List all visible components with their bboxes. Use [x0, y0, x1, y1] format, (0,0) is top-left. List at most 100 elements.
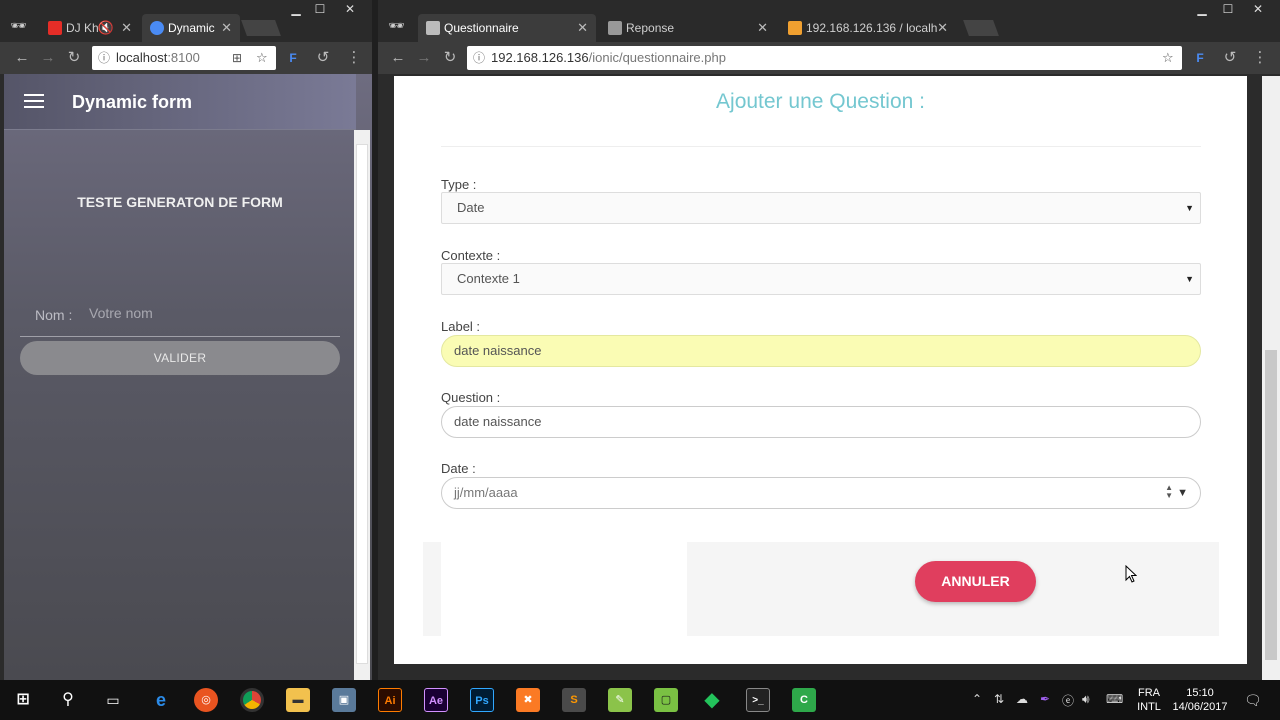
- back-icon[interactable]: ←: [388, 48, 408, 68]
- clock[interactable]: 15:10 14/06/2017: [1170, 686, 1230, 714]
- history-icon[interactable]: ↺: [1220, 48, 1240, 68]
- chrome-tab-icon: [150, 21, 164, 35]
- type-select[interactable]: Date ▼: [441, 192, 1201, 224]
- app-title: Dynamic form: [72, 92, 193, 112]
- date-dropdown-icon[interactable]: ▼: [1177, 478, 1188, 508]
- network-icon[interactable]: ⇅: [994, 692, 1004, 706]
- edge-icon[interactable]: e: [149, 688, 173, 712]
- clock-time: 15:10: [1186, 687, 1214, 699]
- photoshop-icon[interactable]: Ps: [470, 688, 494, 712]
- sublime-icon[interactable]: S: [562, 688, 586, 712]
- file-explorer-icon[interactable]: ▬: [286, 688, 310, 712]
- question-input[interactable]: date naissance: [441, 406, 1201, 438]
- task-view-icon[interactable]: ▭: [101, 688, 125, 712]
- contexte-select[interactable]: Contexte 1 ▼: [441, 263, 1201, 295]
- xampp-icon[interactable]: ✖: [516, 688, 540, 712]
- language-code: FRA: [1138, 687, 1160, 699]
- star-icon[interactable]: ☆: [256, 46, 268, 70]
- translate-icon[interactable]: ⊞: [232, 46, 242, 70]
- nom-label: Nom :: [35, 307, 73, 323]
- mute-icon[interactable]: 🔇: [98, 14, 114, 42]
- tab-dj[interactable]: DJ Kh 🔇 ✕: [40, 14, 140, 42]
- tab-label: DJ Kh: [66, 21, 99, 35]
- tab-questionnaire[interactable]: Questionnaire ✕: [418, 14, 596, 42]
- date-label: Date :: [441, 461, 476, 476]
- nom-input[interactable]: [89, 305, 329, 321]
- codeigniter-icon[interactable]: C: [792, 688, 816, 712]
- caret-down-icon: ▼: [1185, 274, 1194, 284]
- cloud-icon[interactable]: ☁: [1016, 692, 1028, 706]
- label-input[interactable]: date naissance: [441, 335, 1201, 367]
- url-host: 192.168.126.136: [491, 50, 589, 65]
- type-select-value: Date: [457, 200, 485, 215]
- input-language[interactable]: FRA INTL: [1132, 686, 1166, 714]
- terminal-icon[interactable]: >_: [746, 688, 770, 712]
- installer-icon[interactable]: ▣: [332, 688, 356, 712]
- spinner-icon[interactable]: ▲ ▼: [1165, 484, 1173, 500]
- close-icon[interactable]: ✕: [937, 14, 948, 42]
- maximize-icon[interactable]: ☐: [306, 0, 334, 18]
- notifications-icon[interactable]: 🗨: [1244, 692, 1262, 709]
- forward-icon[interactable]: →: [414, 48, 434, 68]
- minimize-icon[interactable]: ▁: [1188, 0, 1216, 18]
- git-icon[interactable]: ◆: [700, 688, 724, 712]
- url-host: localhost: [116, 50, 168, 65]
- extension-icon[interactable]: F: [1190, 48, 1210, 68]
- forward-icon[interactable]: →: [38, 48, 58, 68]
- right-scrollbar[interactable]: [1262, 76, 1280, 680]
- close-icon[interactable]: ✕: [757, 14, 768, 42]
- e-icon[interactable]: ⓔ: [1062, 692, 1074, 709]
- pen-icon[interactable]: ✒: [1040, 692, 1050, 706]
- incognito-icon: 🕶: [388, 18, 405, 33]
- contexte-select-value: Contexte 1: [457, 271, 520, 286]
- chrome-icon[interactable]: [240, 688, 264, 712]
- keyboard-icon[interactable]: ⌨: [1106, 692, 1123, 706]
- annuler-button[interactable]: ANNULER: [915, 561, 1036, 602]
- camtasia-icon[interactable]: ▢: [654, 688, 678, 712]
- scroll-thumb[interactable]: [356, 144, 368, 664]
- close-window-icon[interactable]: ✕: [336, 0, 364, 18]
- page-title: Ajouter une Question :: [716, 90, 925, 113]
- new-tab-button[interactable]: [963, 20, 999, 36]
- incognito-icon: 🕶: [10, 18, 27, 33]
- left-scrollbar[interactable]: [354, 130, 370, 680]
- close-icon[interactable]: ✕: [221, 14, 232, 42]
- star-icon[interactable]: ☆: [1162, 46, 1174, 70]
- ionic-app: Dynamic form TESTE GENERATON DE FORM Nom…: [4, 74, 372, 680]
- date-input[interactable]: jj/mm/aaaa ▲ ▼ ▼: [441, 477, 1201, 509]
- reload-icon[interactable]: ↻: [64, 48, 84, 68]
- tab-dynamic[interactable]: Dynamic ✕: [142, 14, 240, 42]
- info-icon: ⓘ: [98, 51, 111, 65]
- after-effects-icon[interactable]: Ae: [424, 688, 448, 712]
- close-window-icon[interactable]: ✕: [1244, 0, 1272, 18]
- app-header: Dynamic form: [4, 74, 356, 130]
- info-icon: ⓘ: [473, 51, 486, 65]
- reload-icon[interactable]: ↻: [440, 48, 460, 68]
- menu-dots-icon[interactable]: ⋮: [344, 48, 364, 68]
- tab-phpmyadmin[interactable]: 192.168.126.136 / localh ✕: [780, 14, 956, 42]
- history-icon[interactable]: ↺: [313, 48, 333, 68]
- close-icon[interactable]: ✕: [577, 14, 588, 42]
- menu-dots-icon[interactable]: ⋮: [1250, 48, 1270, 68]
- tab-reponse[interactable]: Reponse ✕: [600, 14, 776, 42]
- volume-icon[interactable]: 🔊︎: [1082, 692, 1090, 707]
- address-bar[interactable]: ⓘ localhost:8100 ⊞ ☆: [92, 46, 276, 70]
- search-icon[interactable]: ⚲: [56, 688, 80, 712]
- extension-icon[interactable]: F: [283, 48, 303, 68]
- ubuntu-icon[interactable]: ◎: [194, 688, 218, 712]
- back-icon[interactable]: ←: [12, 48, 32, 68]
- new-tab-button[interactable]: [241, 20, 281, 36]
- valider-button[interactable]: VALIDER: [20, 341, 340, 375]
- menu-icon[interactable]: [24, 94, 44, 110]
- scroll-thumb[interactable]: [1265, 350, 1277, 660]
- date-input-value: jj/mm/aaaa: [454, 485, 518, 500]
- youtube-icon: [48, 21, 62, 35]
- type-label: Type :: [441, 177, 477, 192]
- chevron-up-icon[interactable]: ⌃: [972, 692, 982, 706]
- close-icon[interactable]: ✕: [121, 14, 132, 42]
- windows-start-icon[interactable]: ⊞: [11, 688, 35, 712]
- notepad-icon[interactable]: ✎: [608, 688, 632, 712]
- address-bar[interactable]: ⓘ 192.168.126.136/ionic/questionnaire.ph…: [467, 46, 1182, 70]
- maximize-icon[interactable]: ☐: [1214, 0, 1242, 18]
- illustrator-icon[interactable]: Ai: [378, 688, 402, 712]
